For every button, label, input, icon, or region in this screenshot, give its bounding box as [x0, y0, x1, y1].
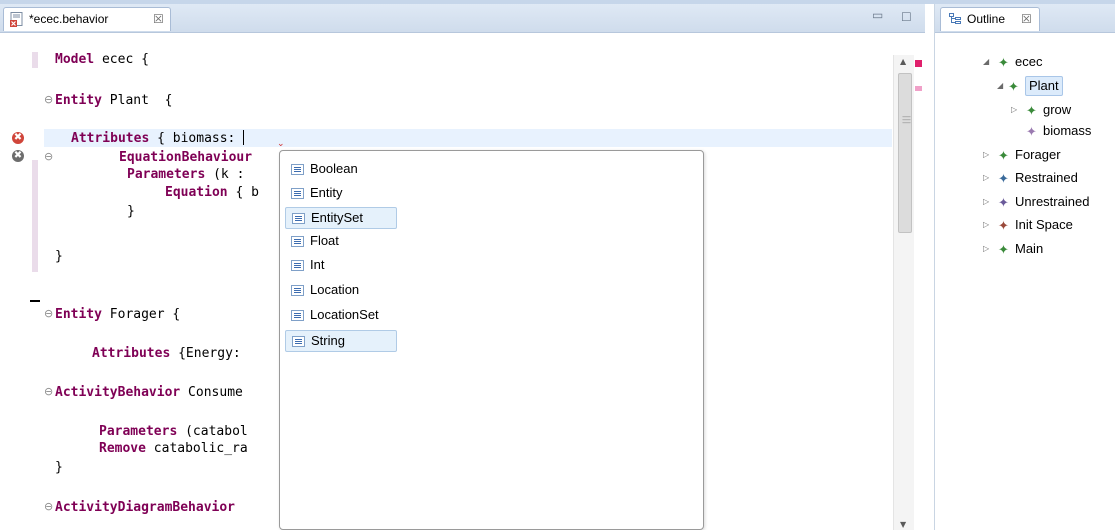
code-line: Remove catabolic_ra	[99, 441, 248, 456]
proposal-int[interactable]: Int	[285, 255, 324, 277]
collapse-icon[interactable]: ▷	[1011, 100, 1021, 120]
type-icon	[292, 336, 305, 347]
code-line: }	[55, 460, 63, 475]
code-line: Parameters (catabol	[99, 424, 248, 439]
tab-close-icon[interactable]: ☒	[153, 12, 164, 26]
fold-toggle[interactable]: ⊖	[44, 385, 53, 398]
fold-toggle[interactable]: ⊖	[44, 150, 53, 163]
type-icon	[292, 213, 305, 224]
node-icon: ✦	[1008, 79, 1019, 94]
overview-error-marker[interactable]	[915, 60, 922, 67]
type-icon	[291, 188, 304, 199]
node-icon: ✦	[998, 148, 1009, 163]
error-squiggle: ⌄	[277, 139, 285, 149]
change-marker	[32, 160, 38, 272]
tab-ecec-behavior[interactable]: *ecec.behavior ☒	[3, 7, 171, 31]
code-line: Equation { b	[165, 185, 259, 200]
error-icon[interactable]: ✖	[12, 132, 24, 144]
proposal-locationset[interactable]: LocationSet	[285, 305, 379, 327]
overview-annotation-marker[interactable]	[915, 86, 922, 91]
node-icon: ✦	[998, 242, 1009, 257]
code-line: }	[55, 249, 63, 264]
code-line: ActivityBehavior Consume	[55, 385, 243, 400]
code-line: Attributes {Energy:	[92, 346, 249, 361]
node-icon: ✦	[1026, 124, 1037, 139]
node-icon: ✦	[998, 55, 1009, 70]
content-assist-popup[interactable]: Boolean Entity EntitySet Float Int Locat…	[279, 150, 704, 530]
fold-toggle[interactable]: ⊖	[44, 93, 53, 106]
editor-tab-bar: *ecec.behavior ☒ ▭ ☐	[0, 4, 925, 33]
outline-tab-bar: Outline ☒	[935, 4, 1115, 33]
node-icon: ✦	[1026, 103, 1037, 118]
collapse-icon[interactable]: ▷	[983, 145, 993, 165]
outline-close-icon[interactable]: ☒	[1021, 12, 1032, 26]
type-icon	[291, 260, 304, 271]
code-line: EquationBehaviour	[119, 150, 253, 165]
outline-icon	[949, 13, 961, 24]
minimize-icon[interactable]: ▭	[872, 8, 883, 22]
error-icon-inactive[interactable]: ✖	[12, 150, 24, 162]
tab-title: *ecec.behavior	[29, 12, 109, 26]
type-icon	[291, 285, 304, 296]
collapse-icon[interactable]: ▷	[983, 215, 993, 235]
collapse-icon[interactable]: ▷	[983, 168, 993, 188]
scrollbar-grip-icon: — — —	[902, 112, 911, 128]
editor-vertical-scrollbar[interactable]: ▲ — — — ▼	[893, 55, 914, 530]
node-icon: ✦	[998, 171, 1009, 186]
scroll-up-icon[interactable]: ▲	[900, 57, 906, 66]
insertion-marker	[30, 300, 40, 302]
collapse-icon[interactable]: ▷	[983, 192, 993, 212]
proposal-boolean[interactable]: Boolean	[285, 159, 358, 181]
proposal-float[interactable]: Float	[285, 231, 339, 253]
change-marker	[32, 52, 38, 68]
code-line: }	[127, 204, 135, 219]
code-line-current: Attributes { biomass:	[71, 130, 245, 146]
scrollbar-thumb[interactable]	[898, 73, 912, 233]
maximize-icon[interactable]: ☐	[901, 10, 912, 24]
code-line: Parameters (k :	[127, 167, 253, 182]
proposal-location[interactable]: Location	[285, 280, 359, 302]
node-icon: ✦	[998, 218, 1009, 233]
proposal-string[interactable]: String	[285, 330, 397, 352]
text-caret	[243, 130, 245, 145]
type-icon	[291, 236, 304, 247]
code-line: ActivityDiagramBehavior	[55, 500, 236, 515]
collapse-icon[interactable]: ▷	[983, 239, 993, 259]
scroll-down-icon[interactable]: ▼	[900, 520, 906, 529]
fold-toggle[interactable]: ⊖	[44, 500, 53, 513]
code-line: Model ecec {	[55, 52, 149, 67]
expand-icon[interactable]: ◢	[997, 76, 1007, 96]
behavior-file-icon	[10, 12, 23, 27]
tab-outline[interactable]: Outline ☒	[940, 7, 1040, 31]
outline-tab-title: Outline	[967, 12, 1006, 26]
node-icon: ✦	[998, 195, 1009, 210]
fold-toggle[interactable]: ⊖	[44, 307, 53, 320]
expand-icon[interactable]: ◢	[983, 52, 993, 72]
proposal-entityset[interactable]: EntitySet	[285, 207, 397, 229]
type-icon	[291, 164, 304, 175]
proposal-entity[interactable]: Entity	[285, 183, 343, 205]
code-line: Entity Forager {	[55, 307, 181, 322]
overview-ruler	[914, 55, 924, 530]
code-line: Entity Plant {	[55, 93, 173, 108]
type-icon	[291, 310, 304, 321]
